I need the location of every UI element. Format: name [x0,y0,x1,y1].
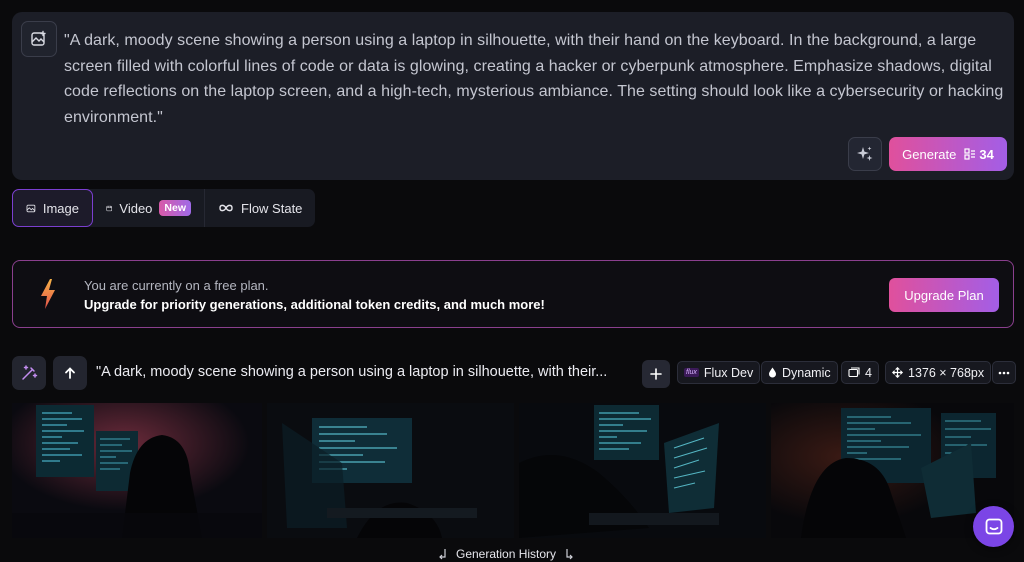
plus-icon [650,368,662,380]
arrow-down-left-icon [439,549,446,560]
model-name: Flux Dev [703,365,754,380]
tab-video[interactable]: Video New [93,189,205,227]
style-chip[interactable]: Dynamic [761,361,838,384]
generation-history-label: Generation History [456,547,557,561]
generated-image-1[interactable] [12,403,262,538]
dimensions-chip[interactable]: 1376 × 768px [885,361,992,384]
generate-button[interactable]: Generate 34 [889,137,1007,171]
generation-history-toggle[interactable]: Generation History [438,547,574,561]
image-icon [26,204,36,212]
ellipsis-icon [998,371,1010,374]
model-chip[interactable]: flux Flux Dev [677,361,761,384]
mode-tabs: Image Video New Flow State [12,189,316,227]
generation-header: "A dark, moody scene showing a person us… [12,355,1016,391]
tab-video-label: Video [119,200,153,216]
prompt-enhance-button[interactable] [848,137,882,171]
tab-flow-state[interactable]: Flow State [205,189,315,227]
upgrade-plan-button[interactable]: Upgrade Plan [889,278,999,312]
token-stack-icon [964,148,976,160]
generation-prompt-preview: "A dark, moody scene showing a person us… [96,364,608,380]
images-icon [848,367,860,378]
image-plus-icon [31,30,46,46]
sparkle-icon [857,146,873,161]
arrow-up-icon [65,367,75,379]
support-chat-button[interactable] [973,506,1014,547]
magic-wand-icon [22,365,38,380]
tab-image-label: Image [42,200,79,216]
style-name: Dynamic [782,365,831,380]
remix-button[interactable] [12,356,46,390]
generate-label: Generate [902,146,957,162]
new-badge: New [159,200,191,216]
image-count-chip[interactable]: 4 [841,361,879,384]
tab-image[interactable]: Image [12,189,93,227]
prompt-card: "A dark, moody scene showing a person us… [12,12,1014,180]
upgrade-banner: You are currently on a free plan. Upgrad… [12,260,1014,328]
upgrade-benefits-text: Upgrade for priority generations, additi… [84,297,545,312]
reuse-prompt-button[interactable] [53,356,87,390]
token-cost-value: 34 [979,146,994,162]
flux-logo-icon: flux [684,368,699,377]
generated-image-2[interactable] [267,403,514,538]
prompt-textarea[interactable]: "A dark, moody scene showing a person us… [64,28,1004,131]
plan-status-text: You are currently on a free plan. [84,278,269,293]
droplet-icon [769,367,776,378]
image-count: 4 [865,365,872,380]
dimensions-value: 1376 × 768px [908,365,985,380]
more-options-button[interactable] [992,361,1016,384]
add-image-button[interactable] [21,21,57,57]
infinity-icon [219,204,233,212]
token-cost: 34 [964,146,994,162]
arrow-down-right-icon [566,549,573,560]
chat-icon [985,518,1002,534]
lightning-bolt-icon [41,279,55,309]
generated-image-3[interactable] [519,403,766,538]
add-button[interactable] [642,360,670,388]
tab-flow-state-label: Flow State [241,200,303,216]
video-icon [106,205,113,211]
move-arrows-icon [892,367,903,378]
